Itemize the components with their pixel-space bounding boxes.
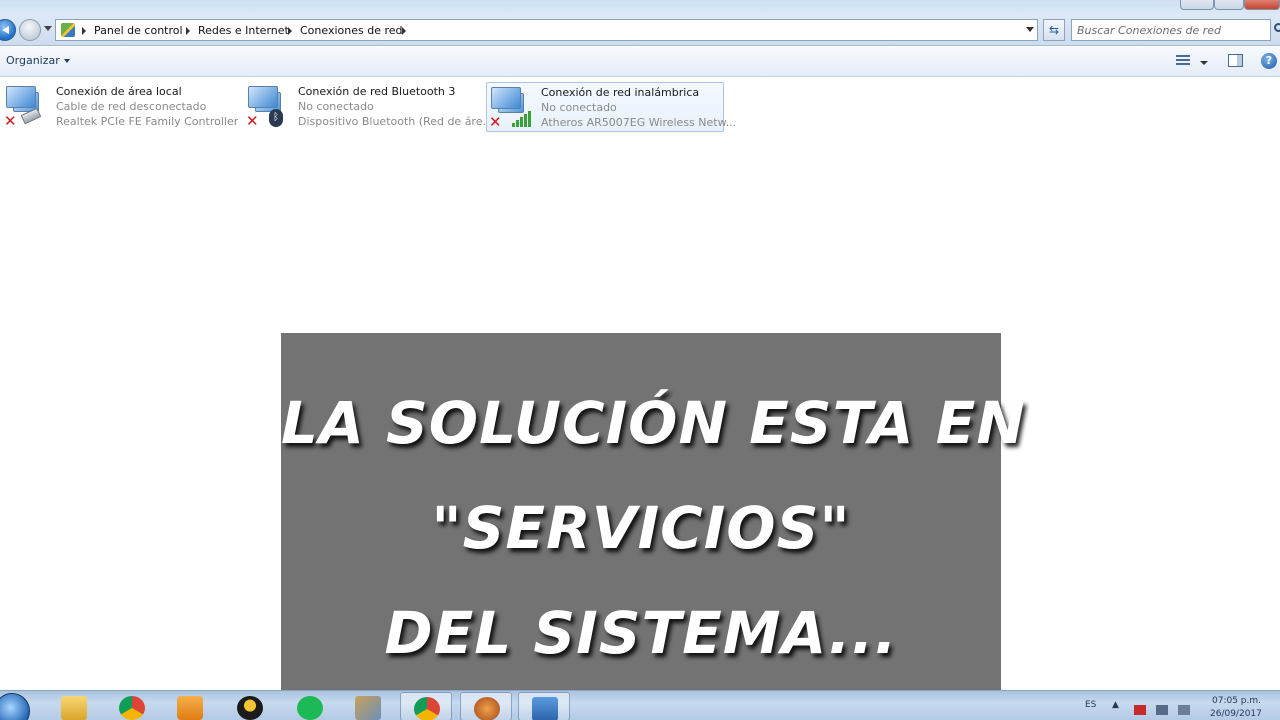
connection-adapter: Realtek PCIe FE Family Controller <box>56 115 239 128</box>
taskbar-chrome[interactable] <box>106 692 158 720</box>
disconnected-x-icon: ✕ <box>246 112 259 130</box>
search-icon[interactable] <box>1274 23 1280 32</box>
recent-pages-dropdown[interactable] <box>44 26 52 31</box>
start-button[interactable] <box>0 693 30 720</box>
forward-button[interactable] <box>19 19 41 41</box>
window-title-bar <box>0 0 1280 14</box>
control-panel-icon <box>61 23 75 37</box>
action-center-flag-icon[interactable] <box>1178 705 1190 715</box>
taskbar-penguin-app[interactable] <box>224 692 276 720</box>
taskbar-spotify[interactable] <box>284 692 336 720</box>
chrome-icon <box>414 697 440 720</box>
volume-icon[interactable] <box>1156 705 1168 715</box>
close-window-button[interactable] <box>1244 0 1280 10</box>
address-bar[interactable]: Panel de control Redes e Internet Conexi… <box>55 19 1038 41</box>
connection-status: No conectado <box>298 100 374 113</box>
chevron-down-icon <box>63 59 70 63</box>
chevron-right-icon[interactable] <box>402 27 406 35</box>
search-box[interactable] <box>1071 19 1271 41</box>
taskbar-media-player[interactable] <box>164 692 216 720</box>
address-dropdown-icon[interactable] <box>1026 27 1034 32</box>
connection-item-bluetooth[interactable]: ✕ ᛒ Conexión de red Bluetooth 3 No conec… <box>244 82 493 132</box>
connection-name: Conexión de red inalámbrica <box>541 86 700 99</box>
refresh-button[interactable]: ⇆ <box>1043 19 1065 41</box>
breadcrumb-redes-e-internet[interactable]: Redes e Internet <box>198 23 289 39</box>
taskbar: ES ▲ 07:05 p.m. 26/09/2017 <box>0 690 1280 720</box>
media-player-icon <box>177 696 203 720</box>
show-hidden-icons-chevron-up-icon[interactable]: ▲ <box>1112 700 1119 710</box>
maximize-button[interactable] <box>1214 0 1244 10</box>
change-view-icon[interactable] <box>1176 55 1190 67</box>
organize-button[interactable]: Organizar <box>6 54 70 67</box>
back-button[interactable] <box>0 19 16 41</box>
taskbar-control-panel[interactable] <box>518 692 570 720</box>
connection-item-local-area[interactable]: ✕ Conexión de área local Cable de red de… <box>2 82 242 132</box>
penguin-app-icon <box>237 696 263 720</box>
language-indicator[interactable]: ES <box>1085 700 1096 710</box>
clock-time[interactable]: 07:05 p.m. <box>1212 696 1261 706</box>
connection-status: No conectado <box>541 101 617 114</box>
disconnected-x-icon: ✕ <box>4 112 17 130</box>
connection-adapter: Atheros AR5007EG Wireless Netw... <box>541 116 737 129</box>
caption-line-2: "SERVICIOS" <box>431 494 851 562</box>
network-tool-icon <box>355 696 381 720</box>
control-panel-icon <box>532 697 558 720</box>
bluetooth-icon: ᛒ <box>269 109 283 127</box>
connection-item-wireless[interactable]: ✕ Conexión de red inalámbrica No conecta… <box>486 82 736 132</box>
explorer-icon <box>61 696 87 720</box>
disconnected-x-icon: ✕ <box>489 113 502 131</box>
game-app-icon <box>474 697 500 720</box>
view-options-dropdown[interactable] <box>1200 61 1208 65</box>
preview-pane-icon[interactable] <box>1228 54 1243 67</box>
connection-adapter: Dispositivo Bluetooth (Red de áre... <box>298 115 493 128</box>
chrome-icon <box>119 696 145 720</box>
chevron-right-icon[interactable] <box>186 27 190 35</box>
spotify-icon <box>297 696 323 720</box>
chevron-right-icon[interactable] <box>288 27 292 35</box>
wifi-signal-icon <box>512 111 534 127</box>
taskbar-chrome-2[interactable] <box>400 692 452 720</box>
address-toolbar: Panel de control Redes e Internet Conexi… <box>0 14 1280 46</box>
connection-name: Conexión de red Bluetooth 3 <box>298 85 456 98</box>
taskbar-game-app[interactable] <box>460 692 512 720</box>
minimize-button[interactable] <box>1180 0 1214 10</box>
breadcrumb-conexiones-de-red[interactable]: Conexiones de red <box>300 23 403 39</box>
organize-label: Organizar <box>6 54 60 67</box>
caption-line-3: DEL SISTEMA... <box>384 599 898 667</box>
search-input[interactable] <box>1077 22 1267 38</box>
clock-date[interactable]: 26/09/2017 <box>1210 709 1262 719</box>
help-icon[interactable]: ? <box>1261 53 1277 69</box>
command-bar: Organizar ? <box>0 47 1280 77</box>
chevron-right-icon[interactable] <box>82 27 86 35</box>
network-tray-icon[interactable] <box>1134 705 1146 715</box>
taskbar-explorer[interactable] <box>48 692 100 720</box>
caption-overlay: LA SOLUCIÓN ESTA EN "SERVICIOS" DEL SIST… <box>281 333 1026 703</box>
taskbar-network-tool[interactable] <box>342 692 394 720</box>
connection-name: Conexión de área local <box>56 85 182 98</box>
breadcrumb-panel-de-control[interactable]: Panel de control <box>94 23 183 39</box>
caption-line-1: LA SOLUCIÓN ESTA EN <box>281 389 1026 457</box>
connection-status: Cable de red desconectado <box>56 100 207 113</box>
